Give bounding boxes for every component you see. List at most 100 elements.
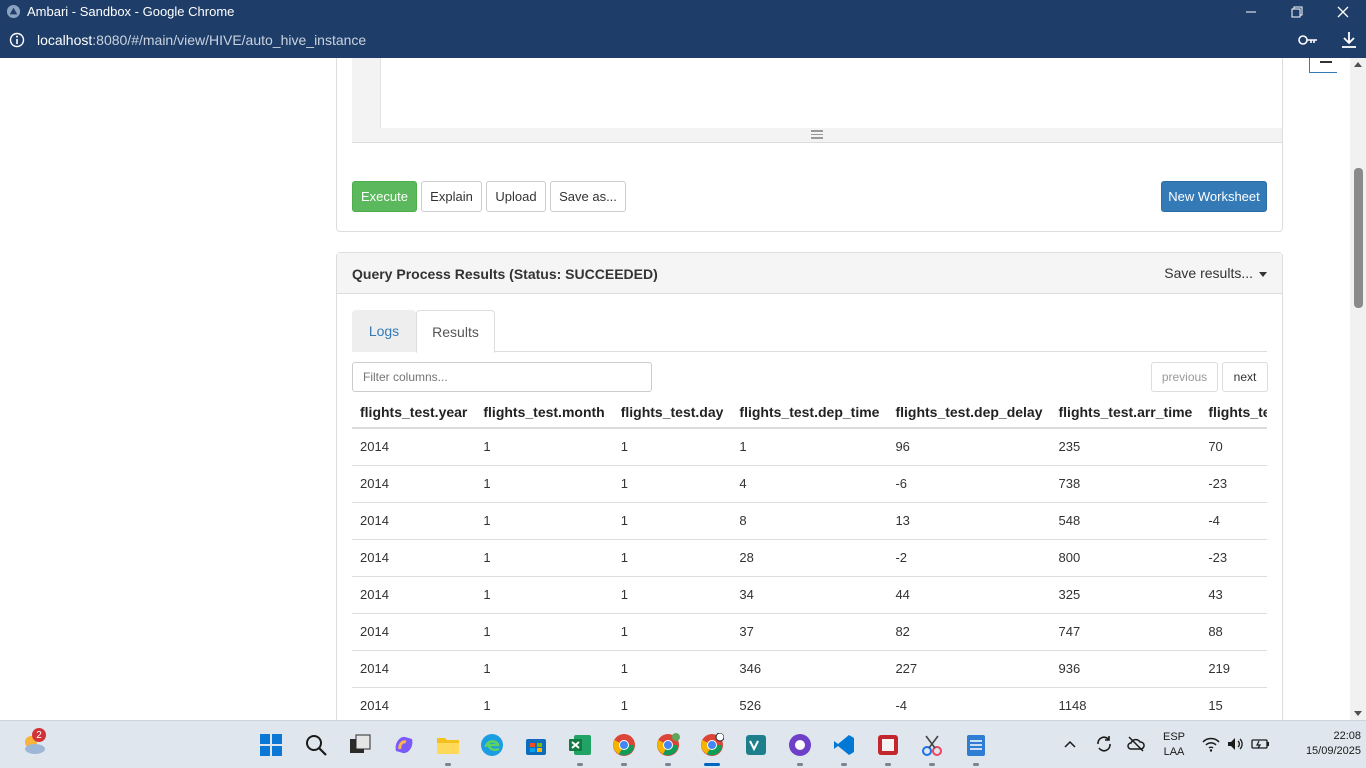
tab-logs[interactable]: Logs — [352, 310, 416, 352]
clock-time: 22:08 — [1333, 730, 1361, 742]
explain-button[interactable]: Explain — [421, 181, 482, 212]
query-editor[interactable] — [352, 58, 1282, 143]
execute-button[interactable]: Execute — [352, 181, 417, 212]
table-cell: 2014 — [352, 428, 476, 466]
table-cell: 37 — [731, 613, 888, 651]
running-indicator — [665, 763, 671, 766]
table-row: 2014 1 1 37 82 747 88 — [352, 613, 1267, 651]
table-cell: 548 — [1050, 502, 1201, 540]
input-language-indicator[interactable]: ESP LAA — [1158, 730, 1190, 760]
chevron-up-icon[interactable] — [1062, 737, 1078, 753]
save-results-dropdown[interactable]: Save results... — [1164, 265, 1267, 281]
app-icon[interactable] — [876, 733, 900, 757]
vscode-icon[interactable] — [832, 733, 856, 757]
github-desktop-icon[interactable] — [788, 733, 812, 757]
previous-button[interactable]: previous — [1151, 362, 1218, 392]
results-tabs: Logs Results — [352, 310, 1267, 353]
running-indicator — [797, 763, 803, 766]
panel-collapse-toggle[interactable] — [1309, 58, 1337, 73]
table-cell: 1 — [612, 428, 732, 466]
filter-columns-input[interactable] — [352, 362, 652, 392]
table-cell: 1 — [475, 428, 613, 466]
new-worksheet-button[interactable]: New Worksheet — [1161, 181, 1267, 212]
table-cell: 1 — [612, 539, 732, 577]
key-icon[interactable] — [1297, 32, 1319, 48]
restore-button[interactable] — [1274, 0, 1320, 23]
table-row: 2014 1 1 28 -2 800 -23 — [352, 539, 1267, 577]
site-info-icon[interactable] — [9, 32, 25, 48]
url-field[interactable]: localhost:8080/#/main/view/HIVE/auto_hiv… — [37, 32, 366, 48]
url-host: localhost — [37, 32, 93, 48]
task-view-icon[interactable] — [348, 733, 372, 757]
scroll-up-icon[interactable] — [1354, 62, 1362, 67]
table-row: 2014 1 1 34 44 325 43 — [352, 576, 1267, 614]
table-row: 2014 1 1 1 96 235 70 — [352, 428, 1267, 466]
active-indicator — [704, 763, 720, 766]
store-icon[interactable] — [524, 733, 548, 757]
wifi-icon[interactable] — [1202, 736, 1220, 752]
table-cell: 1 — [475, 576, 613, 614]
battery-icon[interactable] — [1250, 736, 1270, 752]
column-header[interactable]: flights_test.year — [352, 396, 476, 429]
running-indicator — [577, 763, 583, 766]
save-as-button[interactable]: Save as... — [550, 181, 626, 212]
column-header[interactable]: flights_test.arr_time — [1050, 396, 1201, 429]
query-editor-code-area[interactable] — [380, 58, 1282, 128]
table-cell: 1 — [475, 687, 613, 720]
chrome-active-icon[interactable] — [700, 733, 724, 757]
table-cell: 325 — [1050, 576, 1201, 614]
scroll-down-icon[interactable] — [1354, 711, 1362, 716]
notification-badge: 2 — [32, 728, 46, 742]
table-cell: 1 — [475, 539, 613, 577]
file-explorer-icon[interactable] — [436, 733, 460, 757]
visual-studio-icon[interactable] — [744, 733, 768, 757]
next-button[interactable]: next — [1222, 362, 1268, 392]
close-button[interactable] — [1320, 0, 1366, 23]
table-cell: 346 — [731, 650, 888, 688]
table-cell: 96 — [887, 428, 1051, 466]
column-header[interactable]: flights_test.dep_time — [731, 396, 888, 429]
clock-date: 15/09/2025 — [1305, 745, 1361, 757]
editor-resize-handle[interactable] — [811, 130, 823, 139]
column-header[interactable]: flights_test.day — [612, 396, 732, 429]
chrome-icon[interactable] — [612, 733, 636, 757]
table-cell: 936 — [1050, 650, 1201, 688]
system-clock[interactable]: 22:08 15/09/2025 — [1305, 729, 1361, 759]
keyboard-label: LAA — [1163, 746, 1185, 758]
notepad-icon[interactable] — [964, 733, 988, 757]
snipping-tool-icon[interactable] — [920, 733, 944, 757]
scrollbar-thumb[interactable] — [1354, 168, 1363, 308]
language-label: ESP — [1162, 731, 1185, 743]
start-icon[interactable] — [259, 733, 283, 757]
cloud-off-icon[interactable] — [1126, 734, 1146, 754]
table-cell: 70 — [1200, 428, 1267, 466]
excel-icon[interactable] — [568, 733, 592, 757]
column-header[interactable]: flights_test.month — [475, 396, 613, 429]
column-header[interactable]: flights_test.arr_delay — [1200, 396, 1267, 429]
upload-button[interactable]: Upload — [486, 181, 546, 212]
minimize-button[interactable] — [1228, 0, 1274, 23]
table-cell: 747 — [1050, 613, 1201, 651]
column-header[interactable]: flights_test.dep_delay — [887, 396, 1051, 429]
table-cell: 34 — [731, 576, 888, 614]
table-cell: 4 — [731, 465, 888, 503]
table-cell: 235 — [1050, 428, 1201, 466]
page-scrollbar[interactable] — [1350, 58, 1366, 720]
table-cell: -23 — [1200, 539, 1267, 577]
chrome-profile-icon[interactable] — [656, 733, 680, 757]
sync-icon[interactable] — [1094, 734, 1114, 754]
running-indicator — [621, 763, 627, 766]
copilot-icon[interactable] — [392, 733, 416, 757]
page-viewport: Execute Explain Upload Save as... New Wo… — [0, 58, 1350, 720]
table-cell: 82 — [887, 613, 1051, 651]
tab-results[interactable]: Results — [416, 310, 495, 353]
edge-icon[interactable] — [480, 733, 504, 757]
save-results-label: Save results... — [1164, 265, 1253, 281]
table-cell: -6 — [887, 465, 1051, 503]
volume-icon[interactable] — [1226, 736, 1244, 752]
table-cell: 28 — [731, 539, 888, 577]
table-row: 2014 1 1 346 227 936 219 — [352, 650, 1267, 688]
search-icon[interactable] — [304, 733, 328, 757]
download-icon[interactable] — [1339, 30, 1359, 50]
table-cell: -4 — [1200, 502, 1267, 540]
